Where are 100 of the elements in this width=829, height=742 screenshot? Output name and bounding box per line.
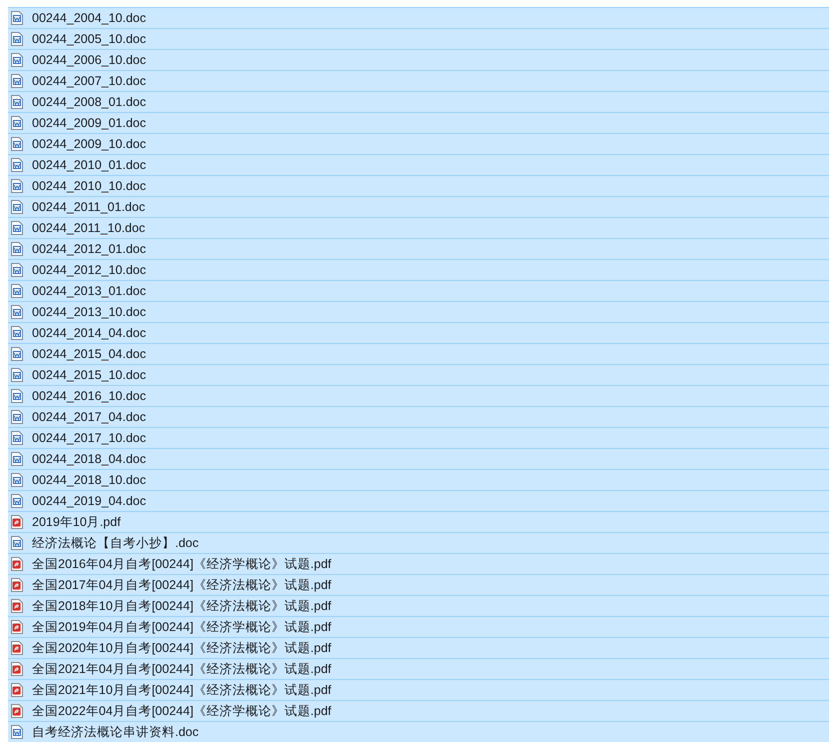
file-name: 00244_2014_04.doc [32,326,146,340]
file-name: 全国2022年04月自考[00244]《经济学概论》试题.pdf [32,702,332,720]
word-document-icon [11,725,23,739]
word-document-icon [11,242,23,256]
word-document-icon [11,263,23,277]
file-row[interactable]: 全国2016年04月自考[00244]《经济学概论》试题.pdf [8,553,829,574]
file-row[interactable]: 全国2018年10月自考[00244]《经济法概论》试题.pdf [8,595,829,616]
word-document-icon [11,11,23,25]
file-name: 00244_2010_01.doc [32,158,146,172]
file-row[interactable]: 自考经济法概论串讲资料.doc [8,721,829,742]
file-name: 全国2021年10月自考[00244]《经济法概论》试题.pdf [32,682,332,698]
file-name: 2019年10月.pdf [32,514,121,530]
file-row[interactable]: 全国2022年04月自考[00244]《经济学概论》试题.pdf [8,700,829,721]
file-name: 00244_2013_01.doc [32,284,146,298]
file-row[interactable]: 2019年10月.pdf [8,511,829,532]
pdf-document-icon [11,515,23,529]
pdf-document-icon [11,683,23,697]
file-name: 全国2018年10月自考[00244]《经济法概论》试题.pdf [32,598,332,614]
file-name: 00244_2013_10.doc [32,305,146,319]
file-row[interactable]: 00244_2009_01.doc [8,112,829,133]
file-name: 全国2017年04月自考[00244]《经济法概论》试题.pdf [32,576,332,594]
file-row[interactable]: 00244_2017_04.doc [8,406,829,427]
word-document-icon [11,431,23,445]
file-row[interactable]: 经济法概论【自考小抄】.doc [8,532,829,553]
file-row[interactable]: 全国2017年04月自考[00244]《经济法概论》试题.pdf [8,574,829,595]
file-row[interactable]: 00244_2019_04.doc [8,490,829,511]
file-row[interactable]: 00244_2010_10.doc [8,175,829,196]
word-document-icon [11,158,23,172]
word-document-icon [11,200,23,214]
word-document-icon [11,326,23,340]
file-row[interactable]: 00244_2012_10.doc [8,259,829,280]
file-name: 00244_2004_10.doc [32,11,146,25]
file-name: 00244_2016_10.doc [32,389,146,403]
file-row[interactable]: 00244_2014_04.doc [8,322,829,343]
file-row[interactable]: 00244_2011_01.doc [8,196,829,217]
file-row[interactable]: 00244_2015_04.doc [8,343,829,364]
file-name: 自考经济法概论串讲资料.doc [32,724,199,740]
file-row[interactable]: 00244_2013_10.doc [8,301,829,322]
file-name: 00244_2009_01.doc [32,116,146,130]
file-row[interactable]: 全国2019年04月自考[00244]《经济学概论》试题.pdf [8,616,829,637]
file-name: 00244_2018_04.doc [32,452,146,466]
file-row[interactable]: 00244_2009_10.doc [8,133,829,154]
word-document-icon [11,179,23,193]
pdf-document-icon [11,578,23,592]
pdf-document-icon [11,557,23,571]
file-name: 00244_2010_10.doc [32,179,146,193]
word-document-icon [11,410,23,424]
file-name: 00244_2018_10.doc [32,473,146,487]
file-row[interactable]: 全国2021年04月自考[00244]《经济法概论》试题.pdf [8,658,829,679]
file-name: 00244_2019_04.doc [32,494,146,508]
file-row[interactable]: 全国2020年10月自考[00244]《经济法概论》试题.pdf [8,637,829,658]
file-name: 00244_2017_10.doc [32,431,146,445]
file-name: 00244_2007_10.doc [32,74,146,88]
word-document-icon [11,137,23,151]
word-document-icon [11,389,23,403]
word-document-icon [11,473,23,487]
file-name: 全国2020年10月自考[00244]《经济法概论》试题.pdf [32,640,332,656]
file-row[interactable]: 00244_2008_01.doc [8,91,829,112]
file-row[interactable]: 00244_2013_01.doc [8,280,829,301]
file-row[interactable]: 00244_2004_10.doc [8,7,829,28]
file-name: 经济法概论【自考小抄】.doc [32,534,199,552]
file-row[interactable]: 00244_2012_01.doc [8,238,829,259]
file-row[interactable]: 00244_2015_10.doc [8,364,829,385]
file-row[interactable]: 00244_2011_10.doc [8,217,829,238]
file-name: 00244_2012_01.doc [32,242,146,256]
word-document-icon [11,305,23,319]
file-name: 00244_2011_10.doc [32,221,146,235]
file-name: 00244_2009_10.doc [32,137,146,151]
word-document-icon [11,221,23,235]
word-document-icon [11,95,23,109]
file-name: 00244_2006_10.doc [32,53,146,67]
file-name: 00244_2017_04.doc [32,410,146,424]
file-name: 00244_2015_10.doc [32,368,146,382]
file-name: 全国2021年04月自考[00244]《经济法概论》试题.pdf [32,660,332,678]
file-row[interactable]: 00244_2017_10.doc [8,427,829,448]
word-document-icon [11,368,23,382]
file-name: 全国2019年04月自考[00244]《经济学概论》试题.pdf [32,618,332,636]
pdf-document-icon [11,704,23,718]
pdf-document-icon [11,662,23,676]
file-row[interactable]: 00244_2018_10.doc [8,469,829,490]
pdf-document-icon [11,620,23,634]
word-document-icon [11,494,23,508]
word-document-icon [11,347,23,361]
file-row[interactable]: 00244_2016_10.doc [8,385,829,406]
file-row[interactable]: 00244_2007_10.doc [8,70,829,91]
file-name: 00244_2005_10.doc [32,32,146,46]
word-document-icon [11,116,23,130]
file-row[interactable]: 全国2021年10月自考[00244]《经济法概论》试题.pdf [8,679,829,700]
file-row[interactable]: 00244_2006_10.doc [8,49,829,70]
file-name: 00244_2011_01.doc [32,200,146,214]
word-document-icon [11,452,23,466]
file-row[interactable]: 00244_2005_10.doc [8,28,829,49]
word-document-icon [11,74,23,88]
file-name: 00244_2012_10.doc [32,263,146,277]
pdf-document-icon [11,599,23,613]
word-document-icon [11,536,23,550]
file-row[interactable]: 00244_2018_04.doc [8,448,829,469]
file-row[interactable]: 00244_2010_01.doc [8,154,829,175]
word-document-icon [11,284,23,298]
pdf-document-icon [11,641,23,655]
